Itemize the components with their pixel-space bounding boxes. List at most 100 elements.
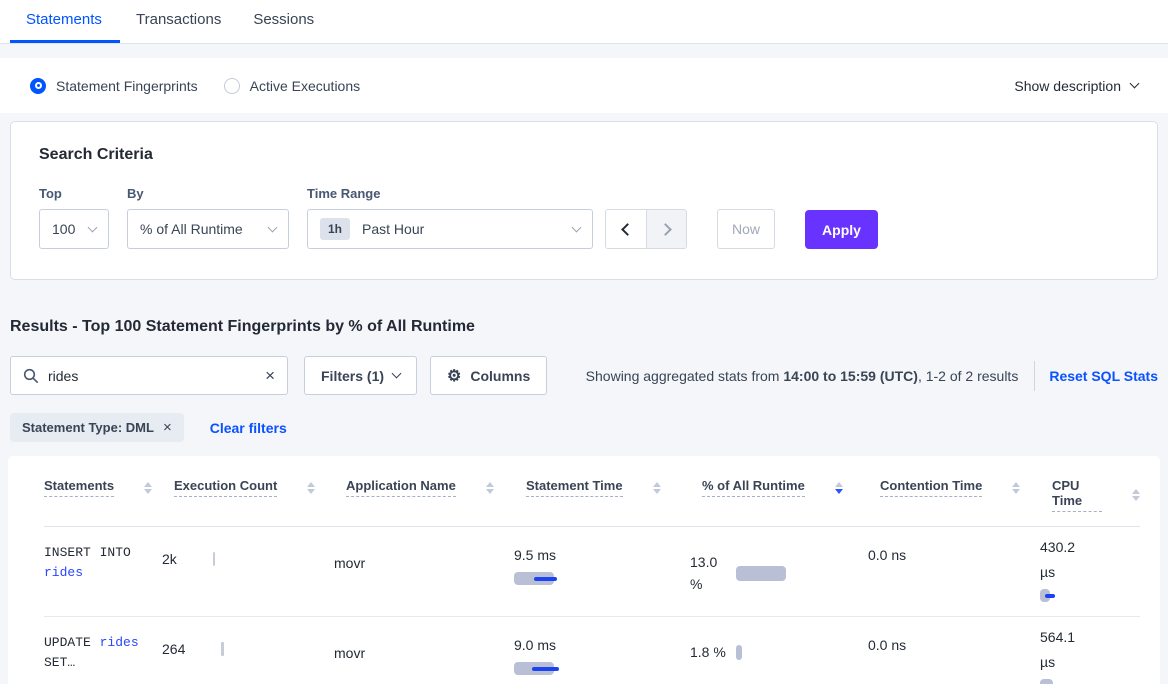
statements-table: Statements Execution Count Application N… (8, 456, 1160, 684)
show-description-toggle[interactable]: Show description (1014, 78, 1138, 94)
radio-unselected-icon (224, 78, 240, 94)
chevron-down-icon (268, 222, 278, 232)
page-tabs: Statements Transactions Sessions (0, 0, 1168, 44)
time-range-select[interactable]: 1h Past Hour (307, 209, 593, 249)
radio-label: Statement Fingerprints (56, 78, 198, 94)
sort-icon[interactable] (144, 482, 152, 494)
tab-sessions[interactable]: Sessions (237, 0, 347, 43)
execution-count-bar (213, 552, 216, 566)
col-statements[interactable]: Statements (44, 478, 114, 497)
radio-selected-icon (30, 78, 46, 94)
table-row: INSERT INTO rides 2k movr 9.5 ms 13.0 % … (44, 527, 1140, 617)
chevron-down-icon (572, 222, 582, 232)
filters-label: Filters (1) (321, 368, 384, 384)
tab-transactions[interactable]: Transactions (120, 0, 237, 43)
top-select[interactable]: 100 (39, 209, 109, 249)
results-search-box: × (10, 356, 288, 395)
sort-icon[interactable] (653, 482, 661, 494)
now-button[interactable]: Now (717, 209, 775, 249)
statement-link[interactable]: rides (100, 635, 139, 650)
table-header-row: Statements Execution Count Application N… (44, 456, 1140, 527)
time-range-badge: 1h (320, 218, 350, 240)
radio-label: Active Executions (250, 78, 361, 94)
sort-icon-active-desc[interactable] (835, 482, 843, 494)
gear-icon: ⚙ (447, 366, 461, 386)
col-statement-time[interactable]: Statement Time (526, 478, 623, 497)
sort-icon[interactable] (486, 482, 494, 494)
filter-chip-label: Statement Type: DML (22, 420, 154, 435)
statement-cell: UPDATE rides SET… (44, 633, 162, 673)
search-input[interactable] (48, 368, 265, 384)
sort-icon[interactable] (307, 482, 315, 494)
pct-runtime-value: 1.8 % (690, 641, 726, 663)
time-step-group (605, 209, 687, 249)
prev-time-button[interactable] (606, 210, 646, 248)
search-criteria-card: Search Criteria Top 100 By % of All Runt… (10, 121, 1158, 280)
top-field: Top 100 (39, 186, 109, 249)
cpu-time-cell: 564.1 µs (1040, 633, 1140, 684)
stats-prefix: Showing aggregated stats from (586, 368, 784, 384)
col-pct-runtime[interactable]: % of All Runtime (702, 478, 805, 497)
application-name-cell: movr (334, 543, 514, 571)
col-contention-time[interactable]: Contention Time (880, 478, 982, 497)
application-name-cell: movr (334, 633, 514, 661)
col-execution-count[interactable]: Execution Count (174, 478, 277, 497)
statement-text: INSERT INTO (44, 545, 131, 560)
by-value: % of All Runtime (140, 221, 243, 237)
stats-time-range: 14:00 to 15:59 (UTC) (783, 368, 918, 384)
cpu-time-value: 430.2 µs (1040, 535, 1092, 585)
search-criteria-title: Search Criteria (39, 146, 1129, 164)
divider (1034, 361, 1035, 391)
top-label: Top (39, 186, 109, 201)
clear-filters-link[interactable]: Clear filters (210, 420, 287, 436)
statement-text: SET… (44, 655, 75, 670)
execution-count-value: 2k (162, 551, 177, 567)
pct-runtime-bar (736, 566, 786, 581)
sort-icon[interactable] (1132, 489, 1140, 501)
filters-button[interactable]: Filters (1) (304, 356, 417, 395)
time-range-field: Time Range 1h Past Hour (307, 186, 593, 249)
statement-link[interactable]: rides (44, 565, 83, 580)
remove-filter-icon[interactable]: × (163, 419, 172, 436)
next-time-button[interactable] (646, 210, 686, 248)
pct-runtime-bar (736, 645, 742, 660)
cpu-time-cell: 430.2 µs (1040, 543, 1140, 602)
statement-time-bar (514, 662, 690, 675)
time-range-label: Time Range (307, 186, 593, 201)
by-field: By % of All Runtime (127, 186, 289, 249)
sort-icon[interactable] (1012, 482, 1020, 494)
statement-time-value: 9.5 ms (514, 543, 690, 563)
tab-statements[interactable]: Statements (10, 0, 120, 43)
view-toggle-bar: Statement Fingerprints Active Executions… (0, 58, 1168, 113)
apply-button[interactable]: Apply (805, 210, 878, 249)
reset-sql-stats-link[interactable]: Reset SQL Stats (1049, 368, 1158, 384)
stats-suffix: , 1-2 of 2 results (918, 368, 1018, 384)
statement-time-cell: 9.0 ms (514, 633, 690, 675)
columns-label: Columns (470, 368, 530, 384)
chevron-right-icon (659, 223, 672, 236)
col-application-name[interactable]: Application Name (346, 478, 456, 497)
execution-count-cell: 264 (162, 633, 334, 657)
pct-runtime-cell: 1.8 % (690, 633, 868, 663)
clear-search-icon[interactable]: × (265, 367, 275, 384)
radio-active-executions[interactable]: Active Executions (224, 78, 361, 94)
by-label: By (127, 186, 289, 201)
col-cpu-time[interactable]: CPU Time (1052, 478, 1102, 512)
columns-button[interactable]: ⚙ Columns (430, 356, 547, 395)
top-value: 100 (52, 221, 75, 237)
chevron-down-icon (1130, 79, 1140, 89)
radio-statement-fingerprints[interactable]: Statement Fingerprints (30, 78, 198, 94)
cpu-time-bar (1040, 679, 1140, 684)
by-select[interactable]: % of All Runtime (127, 209, 289, 249)
cpu-time-bar (1040, 589, 1140, 602)
pct-runtime-value: 13.0 % (690, 551, 726, 595)
contention-time-cell: 0.0 ns (868, 633, 1040, 653)
chevron-down-icon (88, 222, 98, 232)
table-row: UPDATE rides SET… 264 movr 9.0 ms 1.8 % … (44, 617, 1140, 684)
statement-time-value: 9.0 ms (514, 633, 690, 653)
results-heading: Results - Top 100 Statement Fingerprints… (10, 318, 1158, 336)
contention-time-cell: 0.0 ns (868, 543, 1040, 563)
execution-count-bar (221, 642, 224, 656)
pct-runtime-cell: 13.0 % (690, 543, 868, 595)
stats-summary: Showing aggregated stats from 14:00 to 1… (586, 361, 1158, 391)
